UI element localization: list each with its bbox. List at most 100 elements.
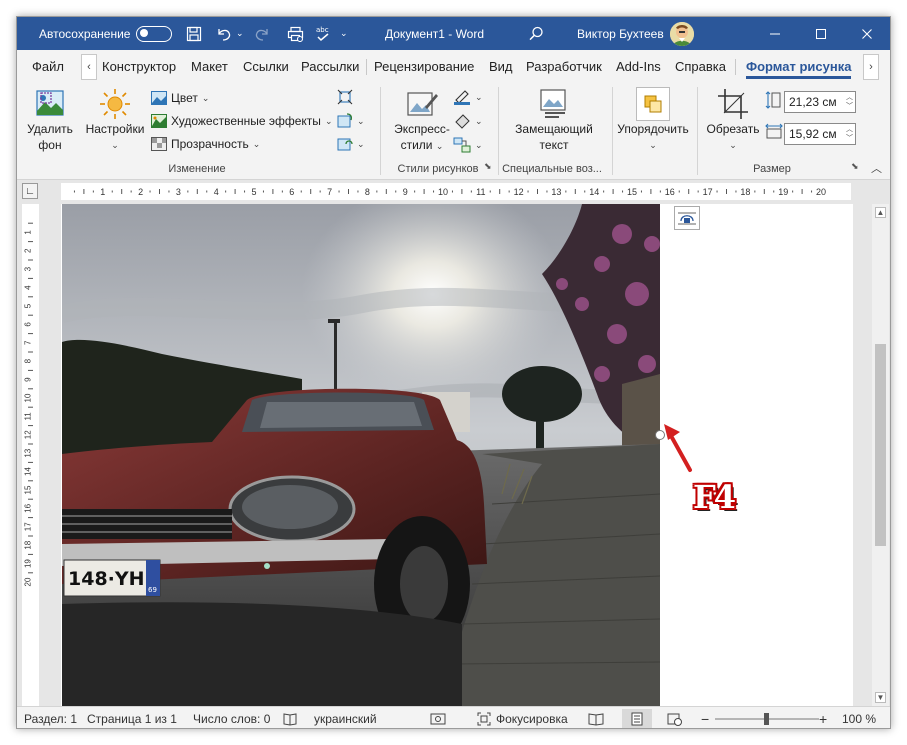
- focus-button[interactable]: Фокусировка: [477, 707, 568, 728]
- zoom-slider[interactable]: [715, 707, 819, 728]
- tab-review[interactable]: Рецензирование: [374, 50, 474, 83]
- tab-layout[interactable]: Макет: [191, 50, 228, 83]
- tab-selector-icon[interactable]: ∟: [22, 183, 38, 199]
- ruler-label: 16: [24, 503, 33, 512]
- spelling-icon[interactable]: abc: [313, 17, 335, 50]
- picture-layout-icon: [453, 137, 471, 153]
- selected-picture[interactable]: 148·YH 69: [62, 204, 660, 706]
- quick-styles-label-1: Экспресс-: [394, 122, 450, 136]
- status-page[interactable]: Страница 1 из 1: [87, 707, 177, 728]
- width-input[interactable]: 15,92 см ︿ ﹀: [784, 123, 856, 145]
- vertical-ruler[interactable]: 1 2 3 4 5 6 7 8 9 10 11 12 13 14 15 16 17 18 19 20: [22, 204, 39, 706]
- ruler-label: 20: [816, 187, 826, 197]
- transparency-button[interactable]: Прозрачность ⌄: [151, 137, 260, 151]
- ruler-label: 5: [24, 303, 33, 308]
- picture-layout-button[interactable]: ⌄: [453, 137, 483, 153]
- tab-help[interactable]: Справка: [675, 50, 726, 83]
- tabs-scroll-left-icon[interactable]: ‹: [81, 54, 97, 80]
- tab-view[interactable]: Вид: [489, 50, 513, 83]
- undo-dropdown-chevron-icon[interactable]: ⌄: [236, 17, 244, 50]
- tab-file[interactable]: Файл: [32, 50, 64, 83]
- save-icon[interactable]: [183, 17, 205, 50]
- ruler-label: 14: [589, 187, 599, 197]
- group-label-accessibility: Специальные воз...: [502, 163, 602, 175]
- qat-customize-chevron-icon[interactable]: ⌄: [340, 17, 348, 50]
- focus-label: Фокусировка: [496, 711, 568, 726]
- group-separator: [697, 87, 698, 175]
- proofing-icon[interactable]: [283, 707, 297, 728]
- undo-icon[interactable]: [213, 17, 235, 50]
- tab-developer[interactable]: Разработчик: [526, 50, 602, 83]
- picture-border-button[interactable]: ⌄: [453, 89, 483, 105]
- compress-pictures-icon[interactable]: [337, 89, 353, 105]
- ruler-label: 15: [627, 187, 637, 197]
- ruler-label: 1: [100, 187, 105, 197]
- scrollbar-thumb[interactable]: [875, 344, 886, 546]
- avatar[interactable]: [670, 17, 694, 50]
- group-separator: [498, 87, 499, 175]
- color-icon: [151, 91, 167, 105]
- print-layout-icon[interactable]: [622, 709, 652, 728]
- search-icon[interactable]: [525, 17, 547, 50]
- arrange-button[interactable]: Упорядочить ⌄: [613, 87, 693, 153]
- focus-icon: [477, 712, 491, 725]
- ruler-label: 8: [24, 358, 33, 363]
- quick-styles-label-2: стили ⌄: [400, 138, 444, 152]
- user-name[interactable]: Виктор Бухтеев: [577, 17, 664, 50]
- group-label-adjust: Изменение: [168, 163, 226, 175]
- ruler-label: 2: [24, 248, 33, 253]
- height-spin-arrows-icon[interactable]: ︿ ﹀: [846, 93, 853, 111]
- reset-picture-icon[interactable]: ⌄: [337, 136, 365, 152]
- width-spin-arrows-icon[interactable]: ︿ ﹀: [846, 125, 853, 143]
- artistic-effects-button[interactable]: Художественные эффекты ⌄: [151, 114, 332, 128]
- vertical-scrollbar[interactable]: ▲ ▼: [872, 204, 889, 706]
- display-settings-icon[interactable]: [430, 707, 446, 728]
- quick-styles-button[interactable]: Экспресс- стили ⌄: [387, 87, 457, 154]
- tab-design[interactable]: Конструктор: [102, 50, 176, 83]
- remove-background-button[interactable]: Удалить фон: [23, 87, 77, 153]
- tab-addins[interactable]: Add-Ins: [616, 50, 661, 83]
- height-input[interactable]: 21,23 см ︿ ﹀: [784, 91, 856, 113]
- close-icon[interactable]: [844, 17, 890, 50]
- corrections-label: Настройки: [85, 122, 145, 136]
- maximize-icon[interactable]: [798, 17, 844, 50]
- ruler-label: 12: [514, 187, 524, 197]
- color-button[interactable]: Цвет ⌄: [151, 91, 209, 105]
- web-layout-icon[interactable]: [667, 707, 683, 728]
- tab-references[interactable]: Ссылки: [243, 50, 289, 83]
- collapse-ribbon-icon[interactable]: ︿: [871, 160, 882, 176]
- picture-effects-button[interactable]: ⌄: [453, 113, 483, 129]
- zoom-level[interactable]: 100 %: [842, 707, 876, 728]
- autosave-toggle[interactable]: [136, 17, 172, 50]
- change-picture-icon[interactable]: ⌄: [337, 113, 365, 129]
- horizontal-ruler[interactable]: 1 2 3 4 5 6 7 8 9 10 11 12 13 14 15 16 17 18 19 20: [61, 183, 851, 200]
- alt-text-icon: [540, 89, 566, 118]
- status-language[interactable]: украинский: [314, 707, 377, 728]
- zoom-out-icon[interactable]: −: [701, 707, 709, 728]
- scroll-down-icon[interactable]: ▼: [875, 692, 886, 703]
- tab-mailings[interactable]: Рассылки: [301, 50, 359, 83]
- group-label-styles: Стили рисунков: [397, 163, 479, 175]
- corrections-button[interactable]: Настройки ⌄: [83, 87, 147, 153]
- minimize-icon[interactable]: [752, 17, 798, 50]
- size-dialog-launcher-icon[interactable]: ⬊: [851, 161, 859, 172]
- alt-text-label-1: Замещающий: [515, 122, 593, 136]
- ruler-label: 15: [24, 485, 33, 494]
- ruler-label: 13: [24, 448, 33, 457]
- redo-icon[interactable]: [251, 17, 273, 50]
- tabs-scroll-right-icon[interactable]: ›: [863, 54, 879, 80]
- status-word-count[interactable]: Число слов: 0: [193, 707, 270, 728]
- crop-button[interactable]: Обрезать ⌄: [703, 87, 763, 153]
- alt-text-button[interactable]: Замещающий текст: [509, 87, 599, 153]
- layout-options-icon[interactable]: [674, 206, 700, 230]
- scroll-up-icon[interactable]: ▲: [875, 207, 886, 218]
- document-page[interactable]: 148·YH 69: [61, 204, 853, 706]
- tab-picture-format[interactable]: Формат рисунка: [746, 50, 852, 83]
- status-section[interactable]: Раздел: 1: [24, 707, 77, 728]
- styles-dialog-launcher-icon[interactable]: ⬊: [484, 161, 492, 172]
- print-preview-icon[interactable]: [285, 17, 307, 50]
- read-mode-icon[interactable]: [588, 707, 604, 728]
- ribbon: Удалить фон Настройки ⌄ Цвет ⌄ Художестве…: [17, 83, 890, 180]
- zoom-in-icon[interactable]: +: [819, 707, 827, 728]
- width-icon: [765, 123, 783, 139]
